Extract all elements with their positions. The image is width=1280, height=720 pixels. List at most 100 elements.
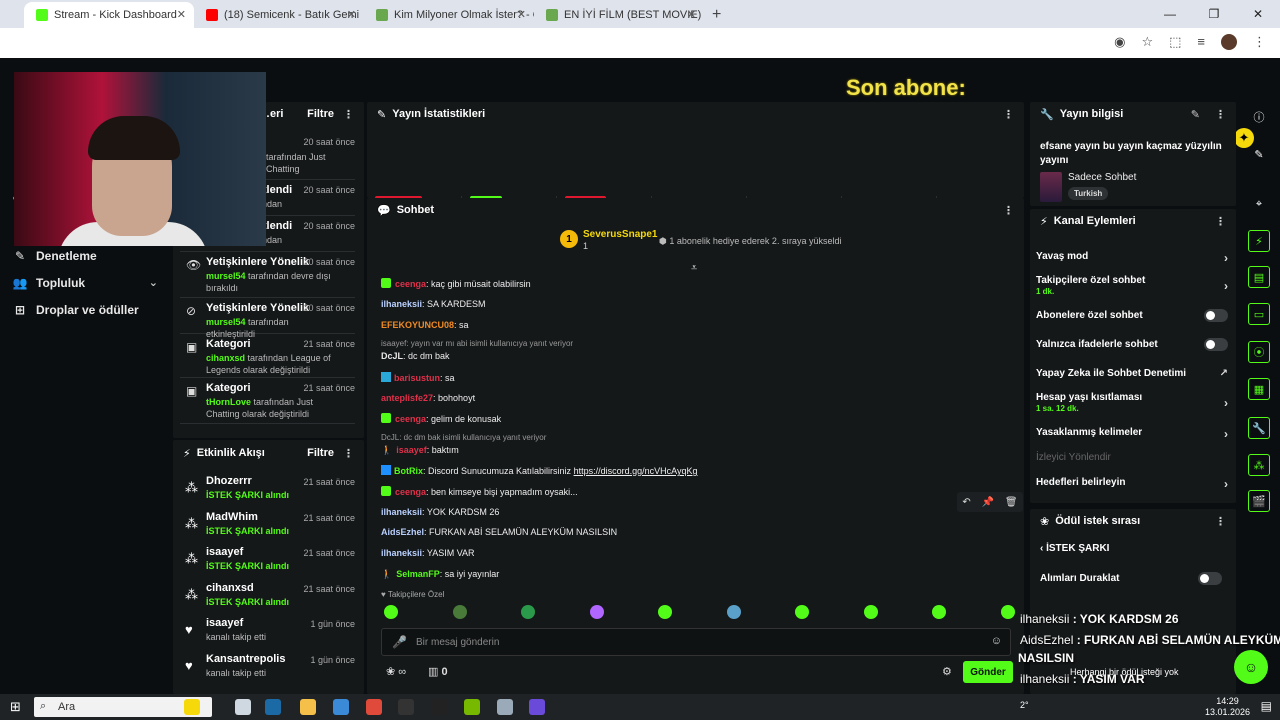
channel-action-row[interactable]: Abonelere özel sohbet — [1036, 309, 1228, 322]
mod-log-row[interactable]: ⊘ Yetişkinlere Yönelik 20 saat önce mursel5… — [180, 300, 355, 339]
tab-close-icon[interactable]: ✕ — [687, 8, 696, 21]
chat-username[interactable]: ilhaneksii — [381, 548, 422, 558]
chat-username[interactable]: EFEKOYUNCU08 — [381, 320, 454, 330]
chevron-down-icon[interactable]: ⌄ — [149, 276, 158, 289]
toggle-switch[interactable] — [1204, 309, 1228, 322]
reward-back-button[interactable]: ‹ İSTEK ŞARKI — [1040, 543, 1109, 554]
activity-user[interactable]: MadWhim — [206, 511, 258, 523]
chat-username[interactable]: SelmanFP — [396, 569, 440, 579]
nvidia-icon[interactable] — [464, 699, 480, 715]
follower-emote[interactable] — [863, 605, 878, 619]
browser-tab[interactable]: Stream - Kick Dashboard ✕ — [24, 2, 194, 28]
chevron-right-icon[interactable]: › — [1224, 477, 1228, 491]
layout-icon[interactable]: ▦ — [1248, 378, 1270, 400]
chat-message[interactable]: anteplisfe27: bohohoyt — [381, 393, 475, 403]
new-tab-button[interactable]: + — [704, 6, 729, 28]
browser-tab[interactable]: (18) Semicenk - Batık Gemi ✕ — [194, 2, 364, 28]
chat-link[interactable]: https://discord.gg/ncVHcAyqKg — [574, 466, 698, 476]
media-icon[interactable]: ≡ — [1197, 34, 1205, 50]
chat-message[interactable]: AidsEzhel: FURKAN ABİ SELAMÜN ALEYKÜM NA… — [381, 527, 617, 537]
people-icon[interactable]: ⁂ — [1248, 454, 1270, 476]
file-explorer-icon[interactable] — [300, 699, 316, 715]
star-icon[interactable]: ☆ — [1141, 34, 1153, 50]
collapse-pinned-icon[interactable]: ⩡ — [691, 262, 697, 275]
channel-action-row[interactable]: Hesap yaşı kısıtlaması 1 sa. 12 dk. › — [1036, 392, 1228, 413]
activity-row[interactable]: ⁂ isaayef 21 saat önce İSTEK ŞARKI alındı — [180, 545, 355, 581]
edit-stream-info-icon[interactable]: ✎ — [1191, 108, 1200, 121]
steam-icon[interactable] — [265, 699, 281, 715]
mod-action-user[interactable]: tHornLove — [206, 397, 251, 407]
chat-username[interactable]: ceenga — [395, 414, 426, 424]
category-name[interactable]: Sadece Sohbet — [1068, 172, 1136, 183]
chat-username[interactable]: ceenga — [395, 279, 426, 289]
activity-user[interactable]: cihanxsd — [206, 582, 254, 594]
stream-info-menu-icon[interactable]: ⋮ — [1215, 108, 1226, 121]
chat-message[interactable]: DcJL: dc dm bak — [381, 351, 450, 361]
notification-icon[interactable]: ▤ — [1261, 699, 1272, 713]
tab-close-icon[interactable]: ✕ — [177, 8, 186, 21]
eye-icon[interactable]: ◉ — [1114, 34, 1125, 50]
channel-action-row[interactable]: Takipçilere özel sohbet 1 dk. › — [1036, 275, 1228, 296]
clapper-icon[interactable]: 🎬 — [1248, 490, 1270, 512]
follower-emote[interactable] — [521, 605, 535, 619]
chat-username[interactable]: barisustun — [394, 373, 440, 383]
channel-action-row[interactable]: Yavaş mod › — [1036, 251, 1228, 265]
delete-icon[interactable]: 🗑 — [1005, 497, 1018, 508]
chat-message[interactable]: ceenga: ben kimseye bişi yapmadım oysaki… — [381, 486, 578, 497]
activity-row[interactable]: ⁂ MadWhim 21 saat önce İSTEK ŞARKI alındı — [180, 510, 355, 546]
broadcast-icon[interactable]: ⦿ — [1248, 341, 1270, 363]
chat-message[interactable]: ceenga: gelim de konusak — [381, 413, 501, 424]
task-view-icon[interactable] — [235, 699, 251, 715]
info-icon[interactable]: ⓘ — [1248, 106, 1270, 128]
mod-action-user[interactable]: mursel54 — [206, 271, 246, 281]
mic-icon[interactable]: 🎤 — [392, 635, 407, 649]
activity-user[interactable]: Dhozerrr — [206, 475, 252, 487]
chat-settings-icon[interactable]: ⚙ — [942, 665, 952, 678]
follower-emote[interactable] — [726, 605, 741, 619]
external-link-icon[interactable]: ↗ — [1220, 368, 1228, 379]
lightning-icon[interactable]: ⚡ — [1248, 230, 1270, 252]
maximize-icon[interactable]: ❐ — [1192, 0, 1236, 28]
chat-message[interactable]: EFEKOYUNCU08: sa — [381, 320, 469, 330]
pinned-gifter-name[interactable]: SeverusSnape1 — [583, 229, 658, 240]
mod-action-user[interactable]: cihanxsd — [206, 353, 245, 363]
chat-message[interactable]: ilhaneksii: SA KARDESM — [381, 299, 486, 309]
chat-icon[interactable]: ▭ — [1248, 303, 1270, 325]
epic-icon[interactable] — [431, 699, 447, 715]
chat-bubble-icon[interactable]: ☺ — [1234, 650, 1268, 684]
channel-action-row[interactable]: Yapay Zeka ile Sohbet Denetimi ↗ — [1036, 368, 1228, 379]
activity-row[interactable]: ♥ Kansantrepolis 1 gün önce kanalı takip et… — [180, 652, 355, 688]
channel-action-row[interactable]: Yalnızca ifadelerle sohbet — [1036, 338, 1228, 351]
mod-action-user[interactable]: mursel54 — [206, 317, 246, 327]
activity-row[interactable]: ⁂ Dhozerrr 21 saat önce İSTEK ŞARKI alındı — [180, 474, 355, 510]
extensions-icon[interactable]: ⬚ — [1169, 34, 1181, 50]
chrome-icon[interactable] — [366, 699, 382, 715]
pin-icon[interactable]: 📌 — [982, 497, 994, 508]
edit-icon[interactable]: ✎ — [1248, 143, 1270, 165]
nav-item[interactable]: ⊞ Droplar ve ödüller — [0, 296, 170, 323]
obs-icon[interactable] — [398, 699, 414, 715]
activity-row[interactable]: ♥ isaayef 1 gün önce kanalı takip etti — [180, 616, 355, 652]
chat-username[interactable]: ceenga — [395, 487, 426, 497]
chat-reply-context[interactable]: DcJL: dc dm bak isimli kullanıcıya yanıt… — [381, 433, 546, 442]
mod-log-row[interactable]: ▣ Kategori 21 saat önce tHornLove tarafında… — [180, 380, 355, 424]
reply-icon[interactable]: ↶ — [962, 497, 970, 508]
chat-username[interactable]: BotRix — [394, 466, 423, 476]
nav-item[interactable]: ✎ Denetleme — [0, 242, 170, 269]
channel-actions-menu-icon[interactable]: ⋮ — [1215, 215, 1226, 228]
taskbar-clock[interactable]: 14:29 13.01.2026 — [1205, 696, 1250, 718]
chat-message[interactable]: BotRix: Discord Sunucumuza Katılabilirsi… — [381, 465, 697, 476]
nav-item[interactable]: 👥 Topluluk ⌄ — [0, 269, 170, 296]
chat-message[interactable]: 🚶 SelmanFP: sa iyi yayınlar — [381, 569, 499, 580]
more-icon[interactable]: ⋮ — [1253, 34, 1266, 50]
chat-username[interactable]: anteplisfe27 — [381, 393, 433, 403]
activity-user[interactable]: isaayef — [206, 617, 243, 629]
chat-input[interactable]: 🎤 Bir mesaj gönderin ☺ — [381, 628, 1011, 656]
profile-avatar[interactable] — [1221, 34, 1237, 50]
reward-queue-menu-icon[interactable]: ⋮ — [1215, 515, 1226, 528]
follower-emote[interactable] — [452, 605, 467, 619]
document-icon[interactable]: ▤ — [1248, 266, 1270, 288]
chevron-right-icon[interactable]: › — [1224, 279, 1228, 293]
browser-tab[interactable]: EN İYİ FİLM (BEST MOVIE) - Tie…✕ — [534, 2, 704, 28]
channel-action-row[interactable]: Yasaklanmış kelimeler › — [1036, 427, 1228, 441]
